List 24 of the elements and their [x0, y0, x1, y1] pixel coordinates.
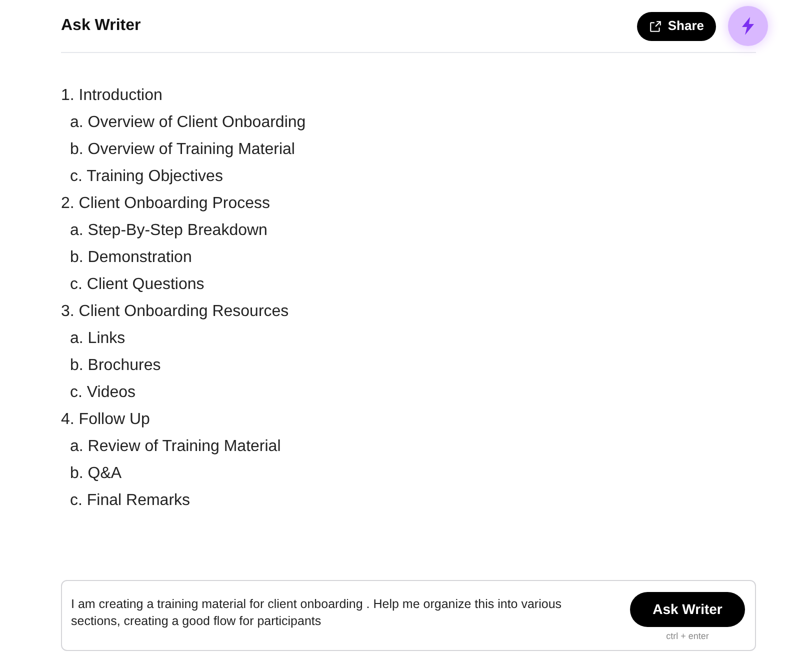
- outline-subitem: c. Final Remarks: [70, 492, 190, 509]
- outline-subitem: c. Training Objectives: [70, 168, 223, 185]
- outline-item: 3. Client Onboarding Resources: [61, 303, 289, 320]
- outline-item: 1. Introduction: [61, 87, 162, 104]
- lightning-button[interactable]: [728, 6, 768, 46]
- outline-item: 4. Follow Up: [61, 411, 150, 428]
- outline-subitem: a. Links: [70, 330, 126, 347]
- outline-subitem: b. Q&A: [70, 465, 122, 482]
- outline-subitem: b. Brochures: [70, 357, 161, 374]
- shortcut-hint: ctrl + enter: [666, 630, 709, 643]
- outline-subitem: b. Demonstration: [70, 249, 192, 266]
- outline-subitem: c. Client Questions: [70, 276, 204, 293]
- share-button[interactable]: Share: [636, 12, 716, 40]
- external-link-icon: [648, 20, 662, 32]
- outline-subitem: a. Overview of Client Onboarding: [70, 114, 306, 131]
- lightning-icon: [740, 17, 756, 35]
- outline-subitem: c. Videos: [70, 384, 136, 401]
- prompt-field[interactable]: I am creating a training material for client onboarding . Help me organize this into various sections, creating a good flow for participants: [71, 596, 601, 630]
- outline-item: 2. Client Onboarding Process: [61, 195, 270, 212]
- page-title: Ask Writer: [61, 16, 141, 36]
- outline-subitem: a. Review of Training Material: [70, 438, 281, 455]
- outline-subitem: b. Overview of Training Material: [70, 141, 295, 158]
- ask-writer-button[interactable]: Ask Writer: [630, 592, 745, 627]
- outline-subitem: a. Step-By-Step Breakdown: [70, 222, 268, 239]
